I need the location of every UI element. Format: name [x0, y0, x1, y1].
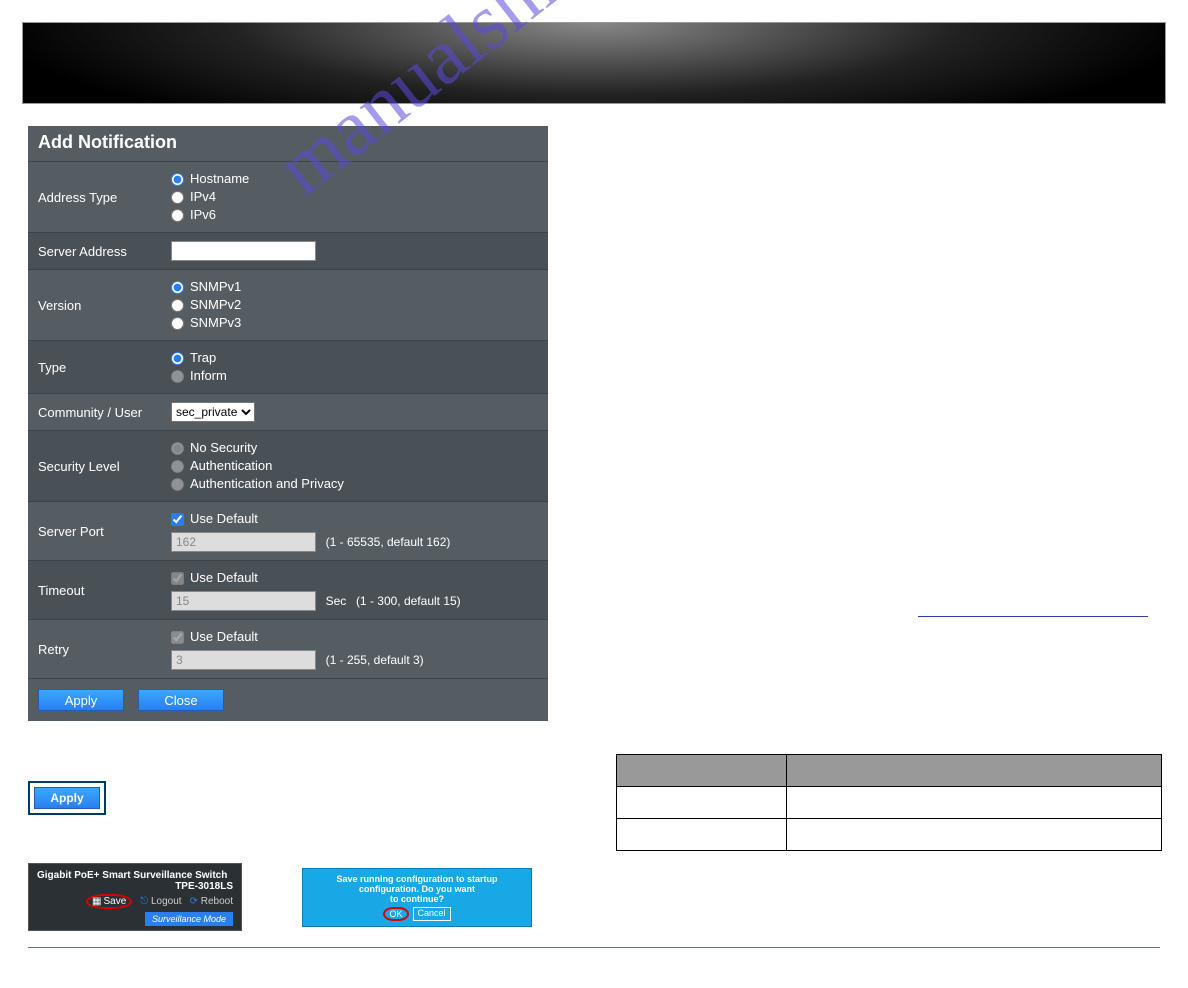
server-port-hint: (1 - 65535, default 162)	[326, 535, 451, 549]
radio-trap[interactable]	[171, 352, 184, 365]
check-timeout-default-label: Use Default	[190, 569, 258, 587]
label-server-address: Server Address	[28, 233, 163, 269]
radio-ipv6-label: IPv6	[190, 206, 216, 224]
timeout-unit: Sec	[326, 594, 347, 608]
retry-hint: (1 - 255, default 3)	[326, 653, 424, 667]
table-cell	[617, 787, 787, 819]
mini-confirm-line2: to continue?	[309, 894, 525, 904]
label-version: Version	[28, 270, 163, 340]
logout-icon: ⎋	[140, 896, 148, 907]
radio-snmpv1[interactable]	[171, 281, 184, 294]
blue-underline	[918, 616, 1148, 617]
mini-switch-model: TPE-3018LS	[37, 881, 233, 892]
check-retry-default-label: Use Default	[190, 628, 258, 646]
retry-input	[171, 650, 316, 670]
radio-authentication-label: Authentication	[190, 457, 272, 475]
radio-ipv4[interactable]	[171, 191, 184, 204]
radio-snmpv2-label: SNMPv2	[190, 296, 241, 314]
table-header-1	[787, 755, 1162, 787]
radio-snmpv3[interactable]	[171, 317, 184, 330]
reboot-icon: ⟳	[190, 896, 198, 907]
radio-authentication	[171, 460, 184, 473]
row-version: Version SNMPv1 SNMPv2 SNMPv3	[28, 270, 548, 341]
close-button[interactable]: Close	[138, 689, 224, 711]
radio-inform-label: Inform	[190, 367, 227, 385]
row-retry: Retry Use Default (1 - 255, default 3)	[28, 620, 548, 679]
table-cell	[787, 787, 1162, 819]
apply-button[interactable]: Apply	[38, 689, 124, 711]
row-community-user: Community / User sec_private	[28, 394, 548, 431]
radio-no-security	[171, 442, 184, 455]
row-type: Type Trap Inform	[28, 341, 548, 394]
row-server-address: Server Address	[28, 233, 548, 270]
table-cell	[617, 819, 787, 851]
table-cell	[787, 819, 1162, 851]
mini-surveillance-mode: Surveillance Mode	[145, 912, 233, 926]
timeout-hint: (1 - 300, default 15)	[356, 594, 461, 608]
mini-save-button: ▦Save	[86, 894, 132, 909]
radio-hostname[interactable]	[171, 173, 184, 186]
table-row	[617, 787, 1162, 819]
check-server-port-default-label: Use Default	[190, 510, 258, 528]
add-notification-panel: Add Notification Address Type Hostname I…	[28, 126, 548, 721]
standalone-apply-button[interactable]: Apply	[34, 787, 100, 809]
label-address-type: Address Type	[28, 162, 163, 232]
label-server-port: Server Port	[28, 502, 163, 560]
label-retry: Retry	[28, 620, 163, 678]
row-address-type: Address Type Hostname IPv4 IPv6	[28, 162, 548, 233]
radio-hostname-label: Hostname	[190, 170, 249, 188]
mini-confirm-line1: Save running configuration to startup co…	[309, 874, 525, 894]
mini-screenshots-row: Gigabit PoE+ Smart Surveillance Switch T…	[28, 863, 1188, 931]
table-row	[617, 819, 1162, 851]
radio-snmpv2[interactable]	[171, 299, 184, 312]
label-type: Type	[28, 341, 163, 393]
label-community-user: Community / User	[28, 394, 163, 430]
timeout-input	[171, 591, 316, 611]
server-address-input[interactable]	[171, 241, 316, 261]
radio-snmpv3-label: SNMPv3	[190, 314, 241, 332]
mini-switch-header: Gigabit PoE+ Smart Surveillance Switch T…	[28, 863, 242, 931]
row-server-port: Server Port Use Default (1 - 65535, defa…	[28, 502, 548, 561]
radio-ipv4-label: IPv4	[190, 188, 216, 206]
radio-trap-label: Trap	[190, 349, 216, 367]
check-timeout-default	[171, 572, 184, 585]
mini-logout: ⎋ Logout	[140, 896, 181, 907]
community-user-select[interactable]: sec_private	[171, 402, 255, 422]
mini-ok-button: OK	[383, 907, 408, 921]
table-header-0	[617, 755, 787, 787]
server-port-input	[171, 532, 316, 552]
radio-inform	[171, 370, 184, 383]
panel-title: Add Notification	[28, 126, 548, 162]
radio-auth-privacy	[171, 478, 184, 491]
radio-snmpv1-label: SNMPv1	[190, 278, 241, 296]
radio-no-security-label: No Security	[190, 439, 257, 457]
table-header-row	[617, 755, 1162, 787]
row-security-level: Security Level No Security Authenticatio…	[28, 431, 548, 502]
right-empty-table	[616, 754, 1162, 851]
radio-ipv6[interactable]	[171, 209, 184, 222]
mini-switch-title: Gigabit PoE+ Smart Surveillance Switch	[37, 870, 233, 881]
panel-button-row: Apply Close	[28, 679, 548, 721]
check-server-port-default[interactable]	[171, 513, 184, 526]
mini-reboot: ⟳ Reboot	[190, 896, 233, 907]
radio-auth-privacy-label: Authentication and Privacy	[190, 475, 344, 493]
header-banner	[22, 22, 1166, 104]
label-timeout: Timeout	[28, 561, 163, 619]
check-retry-default	[171, 631, 184, 644]
mini-cancel-button: Cancel	[413, 907, 451, 921]
row-timeout: Timeout Use Default Sec (1 - 300, defaul…	[28, 561, 548, 620]
disk-icon: ▦	[92, 896, 101, 907]
standalone-apply-frame: Apply	[28, 781, 106, 815]
label-security-level: Security Level	[28, 431, 163, 501]
